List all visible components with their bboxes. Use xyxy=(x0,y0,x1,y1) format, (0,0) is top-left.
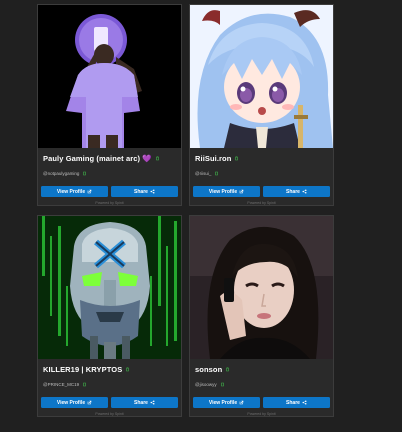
profile-grid: Pauly Gaming (mainet arc) 💜 @notpaulygam… xyxy=(0,0,402,432)
share-icon xyxy=(150,400,155,405)
share-label: Share xyxy=(134,399,148,406)
handle-row: @riisui_ xyxy=(195,171,219,176)
verified-icon xyxy=(226,367,230,372)
profile-handle[interactable]: @jisoowyy xyxy=(195,382,217,387)
share-button[interactable]: Share xyxy=(263,397,330,408)
powered-by: Powered by Spinit xyxy=(247,201,276,205)
profile-name: KILLER19 | KRYPTOS xyxy=(43,365,123,374)
share-icon xyxy=(302,189,307,194)
profile-name: Pauly Gaming (mainet arc) 💜 xyxy=(43,154,152,163)
profile-name: RiiSui.ron xyxy=(195,154,232,163)
share-button[interactable]: Share xyxy=(263,186,330,197)
view-profile-button[interactable]: View Profile xyxy=(193,186,260,197)
powered-by: Powered by Spinit xyxy=(247,412,276,416)
verified-icon xyxy=(235,156,239,161)
profile-image-art xyxy=(38,5,181,148)
share-label: Share xyxy=(286,399,300,406)
profile-handle[interactable]: @notpaulygaming xyxy=(43,171,79,176)
profile-image-art xyxy=(190,5,333,148)
powered-by: Powered by Spinit xyxy=(95,412,124,416)
profile-handle[interactable]: @PRINCE_MC19 xyxy=(43,382,79,387)
view-profile-label: View Profile xyxy=(56,188,86,195)
view-profile-label: View Profile xyxy=(56,399,86,406)
profile-name: sonson xyxy=(195,365,223,374)
share-icon xyxy=(150,189,155,194)
view-profile-button[interactable]: View Profile xyxy=(193,397,260,408)
powered-by: Powered by Spinit xyxy=(95,201,124,205)
copy-icon[interactable] xyxy=(82,382,87,387)
handle-row: @PRINCE_MC19 xyxy=(43,382,87,387)
copy-icon[interactable] xyxy=(220,382,225,387)
profile-image[interactable] xyxy=(38,5,181,148)
profile-image-art xyxy=(38,216,181,359)
handle-row: @jisoowyy xyxy=(195,382,225,387)
profile-image[interactable] xyxy=(190,5,333,148)
share-button[interactable]: Share xyxy=(111,186,178,197)
name-row: RiiSui.ron xyxy=(195,154,239,163)
name-row: sonson xyxy=(195,365,230,374)
name-row: KILLER19 | KRYPTOS xyxy=(43,365,130,374)
profile-card: Pauly Gaming (mainet arc) 💜 @notpaulygam… xyxy=(37,4,182,206)
profile-image[interactable] xyxy=(190,216,333,359)
profile-image-art xyxy=(190,216,333,359)
verified-icon xyxy=(155,156,159,161)
share-label: Share xyxy=(286,188,300,195)
external-link-icon xyxy=(239,189,244,194)
view-profile-button[interactable]: View Profile xyxy=(41,397,108,408)
name-row: Pauly Gaming (mainet arc) 💜 xyxy=(43,154,160,163)
view-profile-label: View Profile xyxy=(208,188,238,195)
profile-handle[interactable]: @riisui_ xyxy=(195,171,211,176)
profile-card: RiiSui.ron @riisui_ View Profile Share P… xyxy=(189,4,334,206)
profile-image[interactable] xyxy=(38,216,181,359)
copy-icon[interactable] xyxy=(214,171,219,176)
share-button[interactable]: Share xyxy=(111,397,178,408)
share-icon xyxy=(302,400,307,405)
external-link-icon xyxy=(239,400,244,405)
verified-icon xyxy=(126,367,130,372)
profile-card: KILLER19 | KRYPTOS @PRINCE_MC19 View Pro… xyxy=(37,215,182,417)
copy-icon[interactable] xyxy=(82,171,87,176)
profile-card: sonson @jisoowyy View Profile Share Powe… xyxy=(189,215,334,417)
handle-row: @notpaulygaming xyxy=(43,171,87,176)
external-link-icon xyxy=(87,189,92,194)
view-profile-button[interactable]: View Profile xyxy=(41,186,108,197)
share-label: Share xyxy=(134,188,148,195)
view-profile-label: View Profile xyxy=(208,399,238,406)
external-link-icon xyxy=(87,400,92,405)
